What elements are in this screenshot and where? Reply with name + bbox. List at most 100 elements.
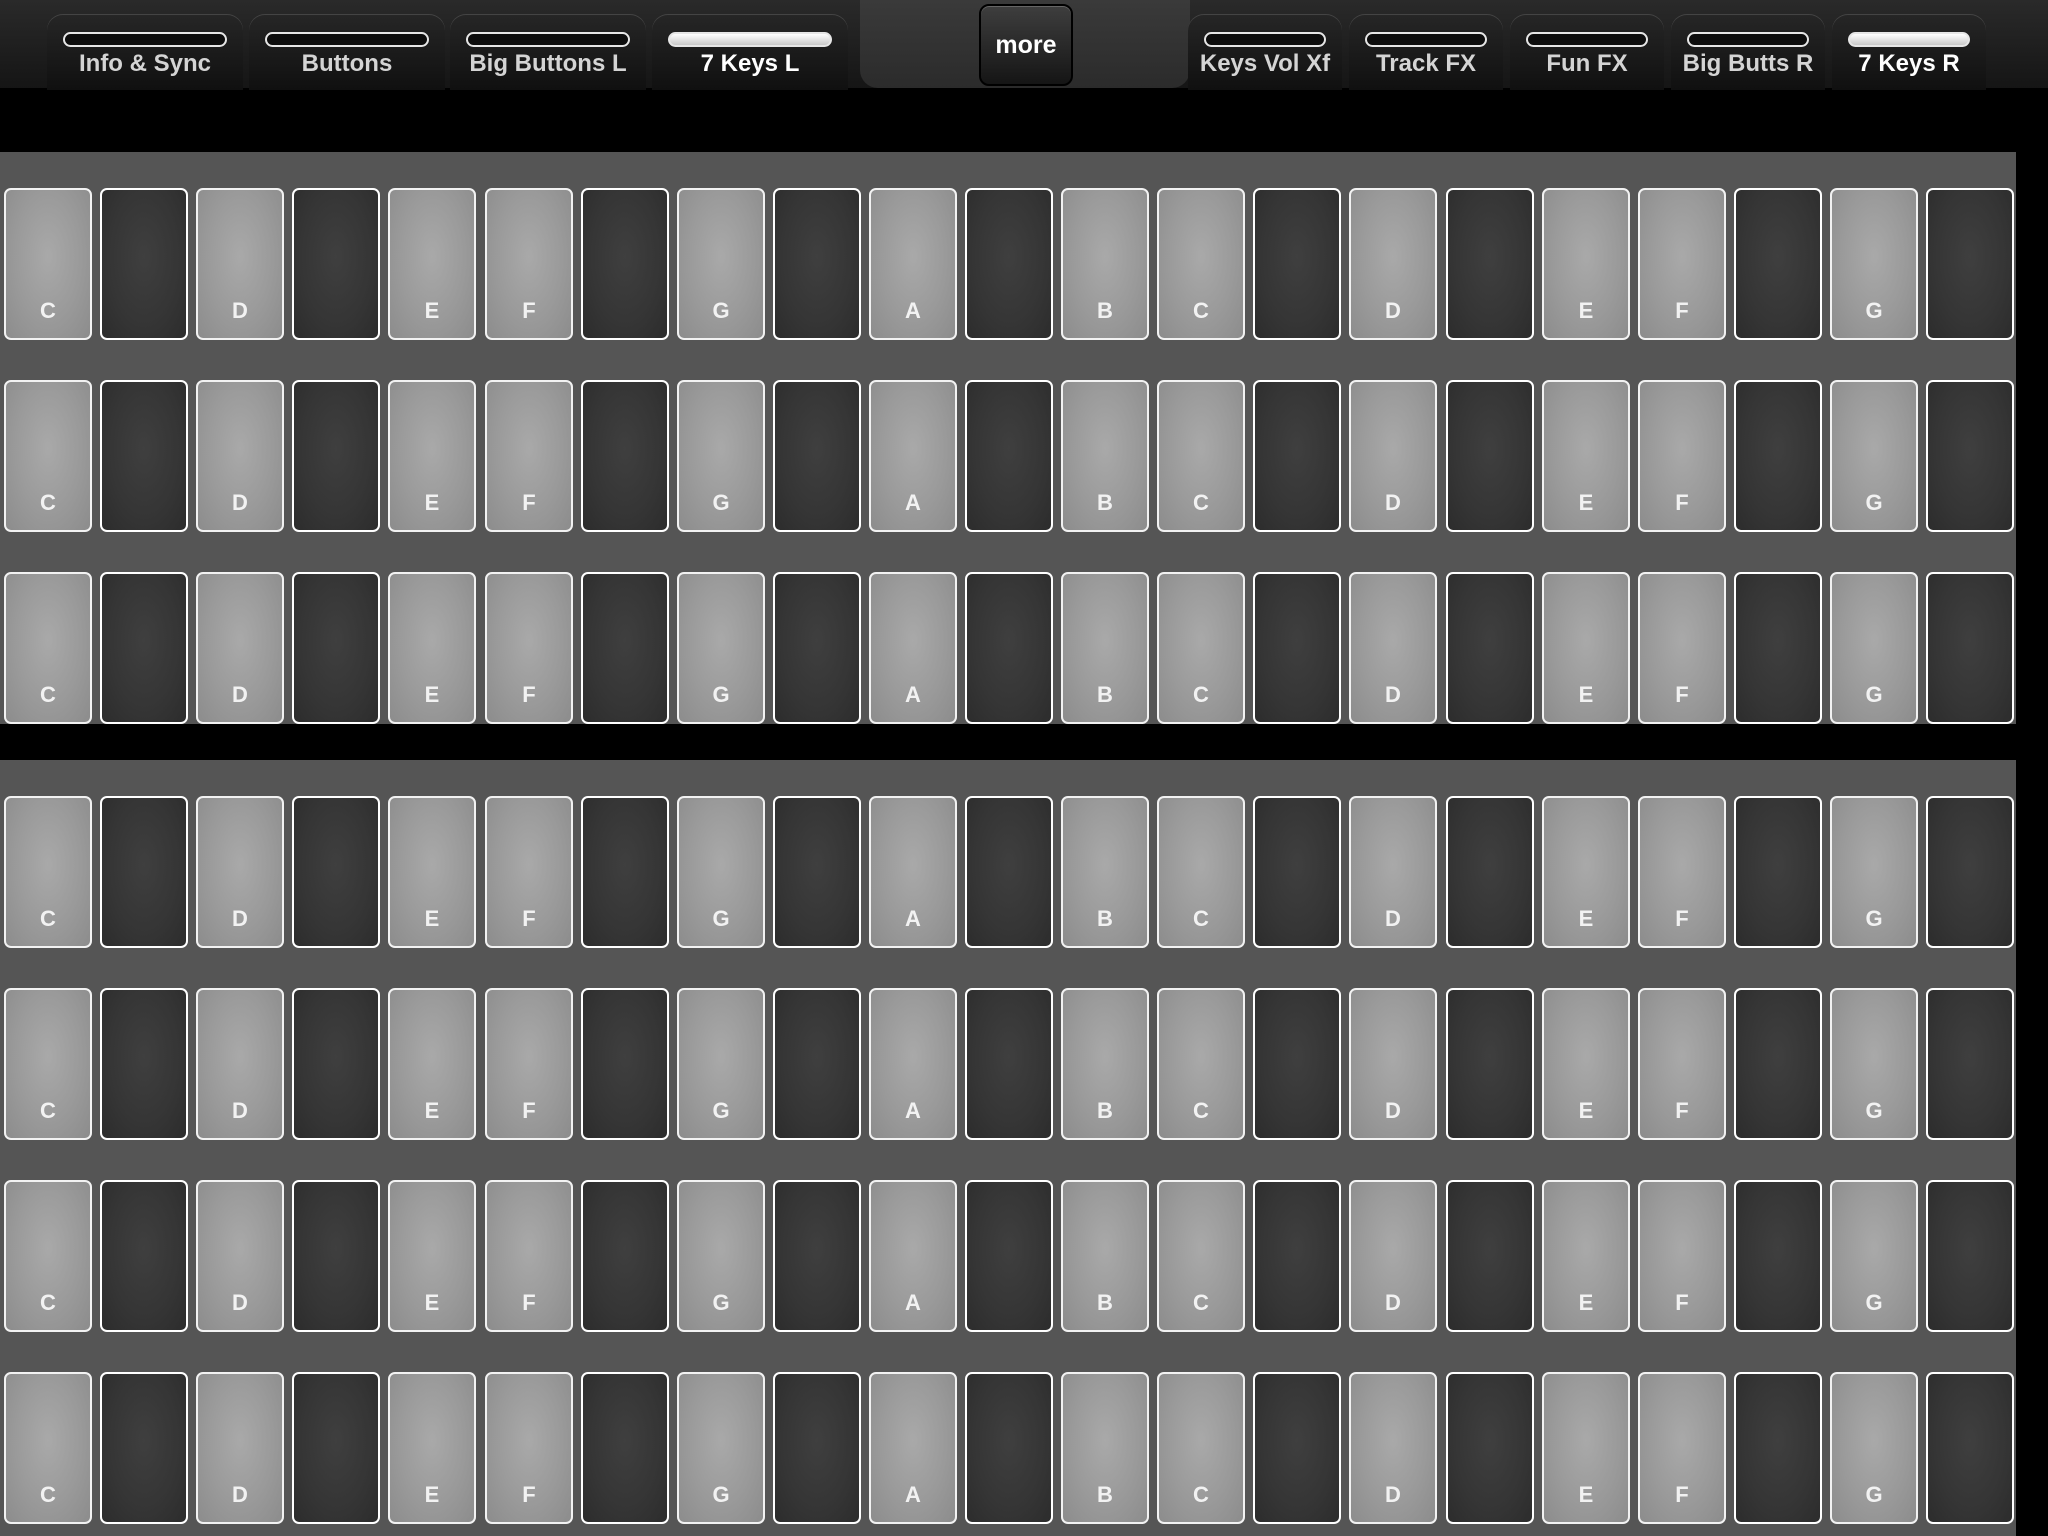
black-key[interactable] [292, 988, 380, 1140]
tab-keys-vol-xf[interactable]: Keys Vol Xf [1188, 14, 1342, 90]
white-key-c[interactable]: C [1157, 988, 1245, 1140]
black-key[interactable] [1926, 188, 2014, 340]
black-key[interactable] [965, 380, 1053, 532]
white-key-f[interactable]: F [1638, 380, 1726, 532]
white-key-e[interactable]: E [1542, 1372, 1630, 1524]
white-key-b[interactable]: B [1061, 1372, 1149, 1524]
white-key-e[interactable]: E [1542, 380, 1630, 532]
black-key[interactable] [1734, 572, 1822, 724]
black-key[interactable] [1446, 796, 1534, 948]
tab-fun-fx[interactable]: Fun FX [1510, 14, 1664, 90]
white-key-d[interactable]: D [1349, 796, 1437, 948]
white-key-a[interactable]: A [869, 988, 957, 1140]
white-key-g[interactable]: G [677, 988, 765, 1140]
black-key[interactable] [1734, 988, 1822, 1140]
white-key-a[interactable]: A [869, 1180, 957, 1332]
black-key[interactable] [292, 572, 380, 724]
black-key[interactable] [1926, 572, 2014, 724]
white-key-b[interactable]: B [1061, 572, 1149, 724]
black-key[interactable] [965, 1372, 1053, 1524]
white-key-c[interactable]: C [1157, 572, 1245, 724]
black-key[interactable] [965, 988, 1053, 1140]
black-key[interactable] [292, 1180, 380, 1332]
black-key[interactable] [581, 572, 669, 724]
white-key-e[interactable]: E [388, 380, 476, 532]
white-key-g[interactable]: G [677, 796, 765, 948]
black-key[interactable] [1926, 380, 2014, 532]
white-key-e[interactable]: E [388, 1372, 476, 1524]
white-key-e[interactable]: E [1542, 572, 1630, 724]
white-key-d[interactable]: D [1349, 380, 1437, 532]
tab-info-and-sync[interactable]: Info & Sync [47, 14, 243, 90]
white-key-a[interactable]: A [869, 380, 957, 532]
black-key[interactable] [1926, 1180, 2014, 1332]
black-key[interactable] [1253, 1180, 1341, 1332]
black-key[interactable] [773, 1372, 861, 1524]
white-key-g[interactable]: G [677, 188, 765, 340]
white-key-g[interactable]: G [1830, 188, 1918, 340]
black-key[interactable] [1734, 188, 1822, 340]
white-key-b[interactable]: B [1061, 380, 1149, 532]
white-key-f[interactable]: F [1638, 796, 1726, 948]
black-key[interactable] [1253, 1372, 1341, 1524]
tab-buttons[interactable]: Buttons [249, 14, 445, 90]
white-key-c[interactable]: C [1157, 188, 1245, 340]
black-key[interactable] [1734, 1180, 1822, 1332]
white-key-g[interactable]: G [1830, 380, 1918, 532]
black-key[interactable] [100, 1372, 188, 1524]
white-key-g[interactable]: G [677, 1372, 765, 1524]
tab-track-fx[interactable]: Track FX [1349, 14, 1503, 90]
white-key-e[interactable]: E [1542, 988, 1630, 1140]
white-key-b[interactable]: B [1061, 796, 1149, 948]
black-key[interactable] [965, 1180, 1053, 1332]
white-key-c[interactable]: C [4, 796, 92, 948]
white-key-f[interactable]: F [485, 572, 573, 724]
black-key[interactable] [1253, 796, 1341, 948]
black-key[interactable] [1734, 1372, 1822, 1524]
white-key-f[interactable]: F [485, 796, 573, 948]
black-key[interactable] [1926, 988, 2014, 1140]
white-key-f[interactable]: F [1638, 1180, 1726, 1332]
black-key[interactable] [1446, 188, 1534, 340]
black-key[interactable] [292, 380, 380, 532]
black-key[interactable] [292, 1372, 380, 1524]
white-key-a[interactable]: A [869, 572, 957, 724]
white-key-c[interactable]: C [4, 572, 92, 724]
white-key-g[interactable]: G [677, 1180, 765, 1332]
more-button[interactable]: more [979, 4, 1073, 86]
black-key[interactable] [1446, 988, 1534, 1140]
black-key[interactable] [773, 1180, 861, 1332]
black-key[interactable] [581, 988, 669, 1140]
white-key-e[interactable]: E [1542, 796, 1630, 948]
white-key-a[interactable]: A [869, 796, 957, 948]
white-key-e[interactable]: E [388, 988, 476, 1140]
black-key[interactable] [965, 572, 1053, 724]
white-key-f[interactable]: F [1638, 1372, 1726, 1524]
black-key[interactable] [1926, 796, 2014, 948]
black-key[interactable] [100, 188, 188, 340]
white-key-f[interactable]: F [1638, 988, 1726, 1140]
white-key-c[interactable]: C [4, 188, 92, 340]
black-key[interactable] [100, 1180, 188, 1332]
white-key-d[interactable]: D [196, 1372, 284, 1524]
black-key[interactable] [773, 796, 861, 948]
black-key[interactable] [292, 796, 380, 948]
white-key-e[interactable]: E [388, 1180, 476, 1332]
white-key-g[interactable]: G [677, 572, 765, 724]
white-key-c[interactable]: C [1157, 796, 1245, 948]
white-key-e[interactable]: E [388, 572, 476, 724]
white-key-c[interactable]: C [1157, 1180, 1245, 1332]
white-key-d[interactable]: D [196, 572, 284, 724]
black-key[interactable] [100, 380, 188, 532]
white-key-f[interactable]: F [485, 1180, 573, 1332]
white-key-d[interactable]: D [1349, 1180, 1437, 1332]
tab-7-keys-l[interactable]: 7 Keys L [652, 14, 848, 90]
white-key-f[interactable]: F [485, 1372, 573, 1524]
black-key[interactable] [773, 572, 861, 724]
white-key-d[interactable]: D [196, 988, 284, 1140]
white-key-c[interactable]: C [4, 988, 92, 1140]
white-key-f[interactable]: F [485, 188, 573, 340]
black-key[interactable] [1446, 380, 1534, 532]
black-key[interactable] [581, 1372, 669, 1524]
black-key[interactable] [965, 188, 1053, 340]
